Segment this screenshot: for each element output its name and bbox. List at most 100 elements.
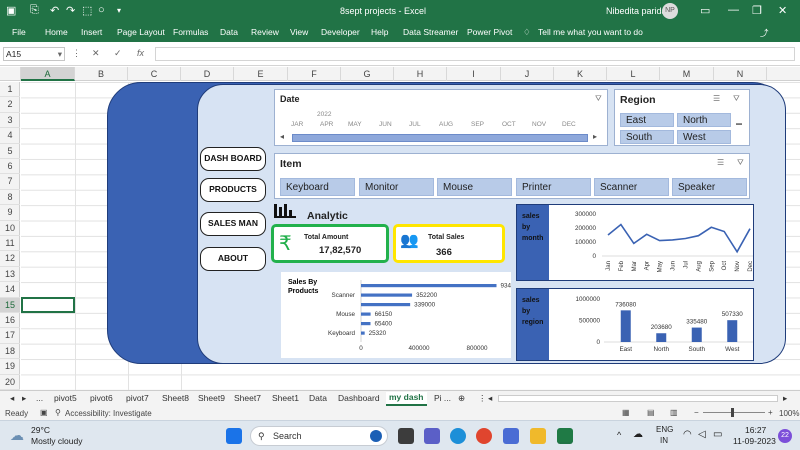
tab-file[interactable]: File	[12, 27, 26, 37]
tab-help[interactable]: Help	[371, 27, 388, 37]
weather-temp[interactable]: 29°C	[31, 425, 50, 435]
tray-chevron-icon[interactable]: ^	[617, 430, 621, 440]
column-header-n[interactable]: N	[714, 67, 767, 81]
dashboard-button[interactable]: DASH BOARD	[200, 147, 266, 171]
tab-data-streamer[interactable]: Data Streamer	[403, 27, 458, 37]
sheet-tab[interactable]: Dashboard	[338, 393, 380, 403]
notification-badge[interactable]: 22	[778, 429, 792, 443]
row-header[interactable]: 2	[0, 97, 20, 113]
region-item-north[interactable]: North	[677, 113, 731, 127]
enter-icon[interactable]: ✓	[114, 48, 122, 59]
sheet-scroll-right-icon[interactable]: ▸	[22, 393, 26, 404]
chrome-icon[interactable]	[476, 428, 492, 444]
save-icon[interactable]: ⎘	[30, 4, 39, 17]
sheet-tab[interactable]: Sheet7	[234, 393, 261, 403]
sheet-tab[interactable]: pivot6	[90, 393, 113, 403]
customize-toolbar-icon[interactable]: ▾	[117, 6, 121, 15]
region-item-east[interactable]: East	[620, 113, 674, 127]
column-header-d[interactable]: D	[181, 67, 234, 81]
multi-select-icon[interactable]: ☰	[717, 158, 724, 167]
clear-filter-icon[interactable]: ⛛	[737, 158, 744, 168]
sales-by-month-chart[interactable]: sales by month 0 100000 200000 300000 Jan Feb…	[516, 204, 754, 281]
timeline-bar[interactable]	[292, 134, 588, 142]
circle-icon[interactable]: ○	[98, 4, 105, 16]
share-icon[interactable]: ⤴	[760, 27, 769, 39]
clear-filter-icon[interactable]: ⛛	[595, 94, 602, 104]
region-slicer[interactable]: Region ☰ ⛛ East North South West ▬	[614, 89, 750, 146]
item-monitor[interactable]: Monitor	[359, 178, 434, 196]
item-keyboard[interactable]: Keyboard	[280, 178, 355, 196]
region-item-south[interactable]: South	[620, 130, 674, 144]
sheet-tab[interactable]: Sheet1	[272, 393, 299, 403]
sheet-tab[interactable]: Pi ...	[434, 393, 451, 403]
tell-me-search[interactable]: Tell me what you want to do	[538, 27, 643, 37]
sheet-tab[interactable]: Data	[309, 393, 327, 403]
row-header[interactable]: 9	[0, 205, 20, 221]
ribbon-display-icon[interactable]: ▭	[700, 4, 710, 17]
row-header[interactable]: 10	[0, 221, 20, 236]
row-header[interactable]: 18	[0, 344, 20, 360]
multi-select-icon[interactable]: ☰	[713, 94, 720, 103]
zoom-in-icon[interactable]: +	[768, 408, 773, 417]
column-header-f[interactable]: F	[288, 67, 341, 81]
date-timeline-slicer[interactable]: Date ⛛ 2022 JAR APR MAY JUN JUL AUG SEP …	[274, 89, 608, 146]
column-header-j[interactable]: J	[501, 67, 554, 81]
cancel-icon[interactable]: ✕	[92, 48, 100, 59]
tab-formulas[interactable]: Formulas	[173, 27, 208, 37]
row-header[interactable]: 15	[0, 297, 20, 313]
column-header-m[interactable]: M	[660, 67, 714, 81]
chevron-down-icon[interactable]: ▾	[58, 48, 62, 61]
row-header[interactable]: 1	[0, 82, 20, 98]
close-icon[interactable]: ✕	[778, 4, 787, 17]
cloud-icon[interactable]: ☁	[633, 429, 643, 440]
row-header[interactable]: 12	[0, 251, 20, 267]
region-item-west[interactable]: West	[677, 130, 731, 144]
clock-date[interactable]: 11-09-2023	[733, 436, 776, 446]
products-button[interactable]: PRODUCTS	[200, 178, 266, 202]
store-icon[interactable]	[503, 428, 519, 444]
sheet-tab[interactable]: pivot5	[54, 393, 77, 403]
task-view-icon[interactable]	[398, 428, 414, 444]
language-code[interactable]: ENG	[656, 425, 673, 434]
row-header[interactable]: 11	[0, 236, 20, 252]
fx-icon[interactable]: fx	[137, 48, 144, 58]
row-header[interactable]: 3	[0, 113, 20, 129]
column-header-a[interactable]: A	[21, 67, 75, 81]
column-header-k[interactable]: K	[554, 67, 607, 81]
battery-icon[interactable]: ▭	[713, 429, 722, 440]
zoom-level[interactable]: 100%	[779, 409, 799, 418]
row-header[interactable]: 5	[0, 144, 20, 159]
excel-taskbar-icon[interactable]	[557, 428, 573, 444]
sheet-more-icon[interactable]: ...	[36, 393, 43, 403]
tab-page-layout[interactable]: Page Layout	[117, 27, 165, 37]
column-header-c[interactable]: C	[128, 67, 181, 81]
row-header[interactable]: 19	[0, 359, 20, 375]
row-header[interactable]: 13	[0, 267, 20, 283]
add-sheet-icon[interactable]: ⊕	[458, 393, 465, 404]
avatar[interactable]: NP	[662, 3, 678, 19]
column-header-l[interactable]: L	[607, 67, 660, 81]
accessibility-status[interactable]: Accessibility: Investigate	[65, 409, 152, 418]
redo-icon[interactable]: ↷	[66, 4, 75, 17]
restore-icon[interactable]: ❐	[752, 4, 762, 17]
row-header[interactable]: 14	[0, 282, 20, 298]
row-header[interactable]: 16	[0, 313, 20, 329]
page-break-view-icon[interactable]: ▥	[670, 408, 678, 417]
tab-insert[interactable]: Insert	[81, 27, 102, 37]
item-scanner[interactable]: Scanner	[594, 178, 669, 196]
tab-split-icon[interactable]: ⋮	[478, 393, 487, 404]
tab-review[interactable]: Review	[251, 27, 279, 37]
row-header[interactable]: 4	[0, 128, 20, 144]
wifi-icon[interactable]: ◠	[683, 429, 692, 440]
item-printer[interactable]: Printer	[516, 178, 591, 196]
item-mouse[interactable]: Mouse	[437, 178, 512, 196]
horizontal-scrollbar[interactable]	[498, 395, 778, 402]
name-box[interactable]: A15 ▾	[3, 47, 65, 61]
column-header-g[interactable]: G	[341, 67, 394, 81]
scrollbar-icon[interactable]: ▬	[736, 121, 742, 127]
about-button[interactable]: ABOUT	[200, 247, 266, 271]
tab-home[interactable]: Home	[45, 27, 68, 37]
hscroll-right-icon[interactable]: ▸	[783, 393, 787, 404]
language-region[interactable]: IN	[660, 436, 668, 445]
column-header-b[interactable]: B	[75, 67, 128, 81]
